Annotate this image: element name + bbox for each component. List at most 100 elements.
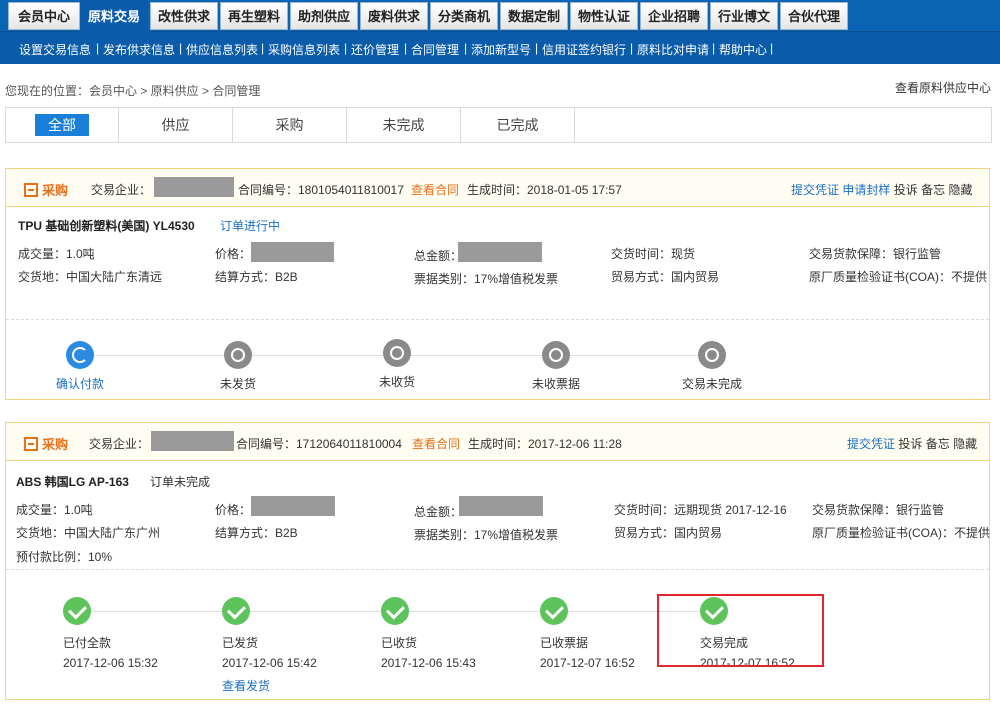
progress-step: 确认付款 [30,341,130,392]
total-redacted [459,496,543,516]
nav-tab-additive[interactable]: 助剂供应 [290,2,358,30]
field-place: 交货地：中国大陆广东清远 [18,270,163,284]
field-delivery-time: 交货时间：远期现货 2017-12-16 [614,503,787,517]
check-circle-icon [222,597,250,625]
check-circle-icon [540,597,568,625]
subnav-publish[interactable]: 发布供求信息 [103,41,175,58]
field-coa: 原厂质量检验证书(COA)：不提供 [809,270,987,284]
gear-icon [224,341,252,369]
order-actions: 提交凭证 申请封样 投诉 备忘 隐藏 [791,181,972,198]
filter-tab-supply[interactable]: 供应 [119,108,233,142]
hide-link[interactable]: 隐藏 [953,437,977,451]
view-shipment-link[interactable]: 查看发货 [222,677,270,694]
purchase-icon [24,183,38,197]
subnav-divider: | [630,41,634,55]
subnav-purchase-list[interactable]: 采购信息列表 [268,41,340,58]
filter-tab-purchase[interactable]: 采购 [233,108,347,142]
filter-tab-all[interactable]: 全部 [6,108,119,142]
view-contract-link[interactable]: 查看合同 [412,435,460,452]
subnav-divider: | [96,41,100,55]
step-label: 已发货 [222,636,259,650]
field-place: 交货地：中国大陆广东广州 [16,526,161,540]
apply-sample-link[interactable]: 申请封样 [842,183,890,197]
subnav-trade-settings[interactable]: 设置交易信息 [19,41,91,58]
filter-tab-unfinished[interactable]: 未完成 [347,108,461,142]
step-label: 已收票据 [540,636,589,650]
nav-tab-business[interactable]: 分类商机 [430,2,498,30]
product-title: TPU 基础创新塑料(美国) YL4530 [18,219,195,233]
nav-tab-jobs[interactable]: 企业招聘 [640,2,708,30]
step-label[interactable]: 确认付款 [30,375,130,392]
order-status: 订单进行中 [220,219,281,233]
subnav-add-model[interactable]: 添加新型号 [471,41,531,58]
step-time: 2017-12-06 15:43 [381,656,476,670]
product-title: ABS 韩国LG AP-163 [16,475,129,489]
company-label: 交易企业： [89,437,150,451]
nav-tab-partner[interactable]: 合伙代理 [780,2,848,30]
memo-link[interactable]: 备忘 [921,183,945,197]
nav-tab-cert[interactable]: 物性认证 [570,2,638,30]
filter-tabs: 全部 供应 采购 未完成 已完成 [5,107,992,143]
divider [6,319,989,320]
filter-tab-label: 全部 [35,114,89,136]
submit-voucher-link[interactable]: 提交凭证 [791,183,839,197]
field-price: 价格： [215,503,252,517]
check-circle-icon [381,597,409,625]
contract-number: 合同编号：1801054011810017 [238,183,404,197]
nav-tab-raw-trade[interactable]: 原料交易 [80,0,148,32]
field-settle: 结算方式：B2B [215,526,298,540]
complain-link[interactable]: 投诉 [898,437,922,451]
order-card-header: 采购 交易企业： 合同编号：1801054011810017 查看合同 生成时间… [6,169,989,207]
nav-tab-modified[interactable]: 改性供求 [150,2,218,30]
subnav-divider: | [535,41,539,55]
step-label: 未发货 [219,377,256,391]
subnav-contracts[interactable]: 合同管理 [411,41,459,58]
divider [6,569,989,570]
gear-icon [542,341,570,369]
subnav-divider: | [261,41,265,55]
step-time: 2017-12-06 15:32 [63,656,158,670]
nav-tab-blog[interactable]: 行业博文 [710,2,778,30]
field-guarantee: 交易货款保障：银行监管 [812,503,945,517]
subnav-lc-banks[interactable]: 信用证签约银行 [542,41,626,58]
nav-tab-data[interactable]: 数据定制 [500,2,568,30]
field-total: 总金额： [414,249,463,263]
highlight-box [657,594,824,667]
subnav-counteroffer[interactable]: 还价管理 [351,41,399,58]
order-type-badge: 采购 [24,434,68,453]
field-trade: 贸易方式：国内贸易 [614,526,723,540]
total-redacted [458,242,542,262]
sub-nav: 设置交易信息 | 发布供求信息 | 供应信息列表 | 采购信息列表 | 还价管理… [0,32,1000,64]
subnav-divider: | [344,41,348,55]
field-prepay: 预付款比例：10% [16,550,113,564]
order-type-label: 采购 [42,183,69,198]
order-card-header: 采购 交易企业： 合同编号：1712064011810004 查看合同 生成时间… [6,423,989,461]
supply-center-link[interactable]: 查看原料供应中心 [895,79,991,96]
field-settle: 结算方式：B2B [215,270,298,284]
order-type-label: 采购 [42,437,69,452]
step-label: 已收货 [381,636,418,650]
nav-tab-member-center[interactable]: 会员中心 [8,2,80,30]
refresh-icon [66,341,94,369]
subnav-compare[interactable]: 原料比对申请 [637,41,709,58]
field-qty: 成交量：1.0吨 [16,503,93,517]
nav-tab-recycled[interactable]: 再生塑料 [220,2,288,30]
subnav-supply-list[interactable]: 供应信息列表 [186,41,258,58]
field-total: 总金额： [414,505,463,519]
complain-link[interactable]: 投诉 [894,183,918,197]
subnav-divider: | [464,41,468,55]
order-actions: 提交凭证 投诉 备忘 隐藏 [847,435,977,452]
subnav-help[interactable]: 帮助中心 [719,41,767,58]
hide-link[interactable]: 隐藏 [948,183,972,197]
step-label: 未收票据 [531,377,580,391]
step-time: 2017-12-07 16:52 [540,656,635,670]
nav-tab-waste[interactable]: 废料供求 [360,2,428,30]
check-circle-icon [63,597,91,625]
filter-tab-finished[interactable]: 已完成 [461,108,575,142]
submit-voucher-link[interactable]: 提交凭证 [847,437,895,451]
price-redacted [251,242,334,262]
order-card: 采购 交易企业： 合同编号：1712064011810004 查看合同 生成时间… [5,422,990,700]
memo-link[interactable]: 备忘 [926,437,950,451]
order-type-badge: 采购 [24,180,68,199]
view-contract-link[interactable]: 查看合同 [411,181,459,198]
